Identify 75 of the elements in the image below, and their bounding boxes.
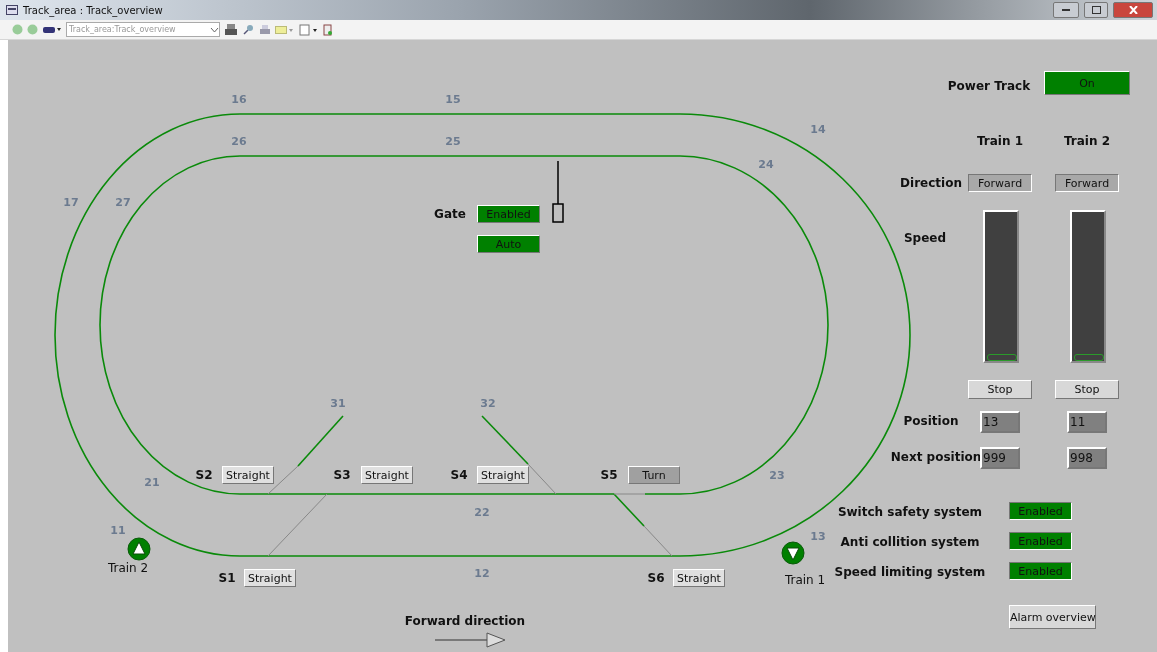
- switch-label: S1: [218, 571, 236, 585]
- next-position-field: 999: [980, 447, 1020, 469]
- document-icon[interactable]: [323, 23, 333, 36]
- system-status-button[interactable]: Enabled: [1009, 502, 1072, 520]
- train-column-heading: Train 2: [1063, 134, 1111, 148]
- stop-button[interactable]: Stop: [1055, 380, 1119, 399]
- direction-arrow: [434, 632, 506, 648]
- track-number: 25: [445, 134, 461, 148]
- page-icon[interactable]: [299, 23, 319, 36]
- speed-label: Speed: [903, 231, 947, 245]
- power-track-label: Power Track: [947, 79, 1031, 93]
- switch-label: S6: [647, 571, 665, 585]
- track-number: 11: [110, 523, 126, 537]
- system-label: Switch safety system: [837, 505, 983, 519]
- print-icon[interactable]: [259, 23, 271, 36]
- track-number: 15: [445, 92, 461, 106]
- position-label: Position: [903, 414, 959, 428]
- track-number: 26: [231, 134, 247, 148]
- direction-button[interactable]: Forward: [968, 174, 1032, 192]
- maximize-icon: [1091, 6, 1101, 14]
- caret-icon[interactable]: [210, 25, 219, 34]
- close-button[interactable]: [1113, 2, 1153, 18]
- gate-mode-button[interactable]: Auto: [477, 235, 540, 253]
- switch-button[interactable]: Straight: [244, 569, 296, 587]
- printer-icon[interactable]: [224, 22, 238, 37]
- system-label: Speed limiting system: [834, 565, 986, 579]
- switch-button[interactable]: Straight: [361, 466, 413, 484]
- gate-status-button[interactable]: Enabled: [477, 205, 540, 223]
- switch-button[interactable]: Straight: [477, 466, 529, 484]
- direction-button[interactable]: Forward: [1055, 174, 1119, 192]
- track-number: 27: [115, 195, 131, 209]
- system-status-button[interactable]: Enabled: [1009, 532, 1072, 550]
- gate-barrier-drawing: [552, 160, 564, 223]
- switch-label: S3: [333, 468, 351, 482]
- direction-caption: Forward direction: [404, 614, 526, 628]
- slider-thumb[interactable]: [1074, 354, 1104, 361]
- track-number: 12: [474, 566, 490, 580]
- window-icon: [6, 5, 18, 15]
- gate-label: Gate: [434, 207, 466, 221]
- track-number: 16: [231, 92, 247, 106]
- track-number: 14: [810, 122, 826, 136]
- system-status-button[interactable]: Enabled: [1009, 562, 1072, 580]
- direction-label: Direction: [900, 176, 962, 190]
- switch-label: S2: [195, 468, 213, 482]
- next-position-label: Next position: [890, 450, 982, 464]
- train-label: Train 2: [107, 561, 149, 575]
- track-number: 32: [480, 396, 496, 410]
- switch-button[interactable]: Straight: [673, 569, 725, 587]
- system-label: Anti collition system: [840, 535, 980, 549]
- minimize-icon: [1062, 8, 1070, 12]
- slider-thumb[interactable]: [987, 354, 1017, 361]
- train-label: Train 1: [784, 573, 826, 587]
- minimize-button[interactable]: [1053, 2, 1079, 18]
- switch-button[interactable]: Turn: [628, 466, 680, 484]
- position-field: 13: [980, 411, 1020, 433]
- power-button[interactable]: On: [1044, 71, 1130, 95]
- track-number: 21: [144, 475, 160, 489]
- stop-button[interactable]: Stop: [968, 380, 1032, 399]
- position-field: 11: [1067, 411, 1107, 433]
- track-number: 31: [330, 396, 346, 410]
- alarm-overview-button[interactable]: Alarm overview: [1009, 605, 1096, 629]
- track-number: 24: [758, 157, 774, 171]
- window-title: Track_area : Track_overview: [23, 4, 164, 16]
- track-number: 17: [63, 195, 79, 209]
- maximize-button[interactable]: [1084, 2, 1108, 18]
- switch-button[interactable]: Straight: [222, 466, 274, 484]
- track-number: 22: [474, 505, 490, 519]
- track-number: 13: [810, 529, 826, 543]
- switch-label: S5: [600, 468, 618, 482]
- next-position-field: 998: [1067, 447, 1107, 469]
- car-icon[interactable]: [42, 25, 62, 34]
- track-number: 23: [769, 468, 785, 482]
- train-column-heading: Train 1: [976, 134, 1024, 148]
- switch-label: S4: [450, 468, 468, 482]
- close-icon: [1128, 6, 1138, 14]
